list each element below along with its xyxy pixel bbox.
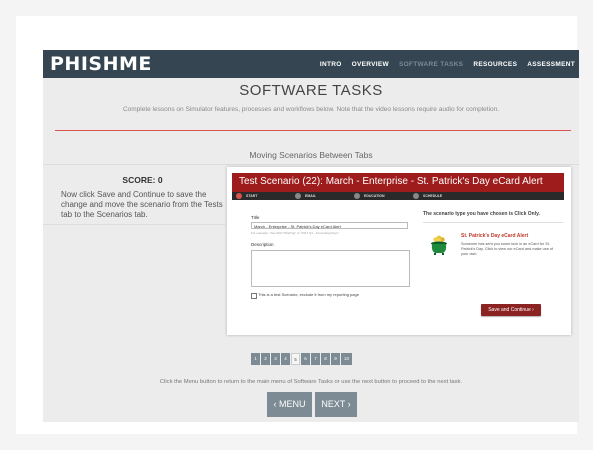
page-button-9[interactable]: 9 (331, 353, 340, 365)
page-button-3[interactable]: 3 (271, 353, 280, 365)
save-and-continue-button[interactable]: Save and Continue › (481, 304, 541, 316)
step-label: EDUCATION (364, 194, 385, 198)
nav-item-assessment[interactable]: ASSESSMENT (527, 61, 575, 68)
step-start[interactable]: START (236, 193, 257, 199)
page-intro: Complete lessons on Simulator features, … (122, 106, 500, 113)
page-button-1[interactable]: 1 (251, 353, 260, 365)
title-divider (55, 130, 571, 131)
step-label: EMAIL (305, 194, 316, 198)
nav-item-overview[interactable]: OVERVIEW (352, 61, 389, 68)
page-button-2[interactable]: 2 (261, 353, 270, 365)
scenario-header: Test Scenario (22): March - Enterprise -… (232, 173, 564, 192)
page-button-4[interactable]: 4 (281, 353, 290, 365)
task-instruction: Now click Save and Continue to save the … (61, 190, 223, 219)
scenario-steps-bar: START EMAIL EDUCATION SCHEDULE (232, 192, 564, 200)
step-dot-icon (413, 193, 419, 199)
pot-of-gold-icon (431, 235, 447, 255)
step-email[interactable]: EMAIL (295, 193, 316, 199)
footer-button-row: ‹ MENU NEXT › (267, 392, 357, 417)
task-pagination: 1 2 3 4 5 6 7 8 9 10 (251, 353, 353, 365)
title-field-hint: For example: "Jan 2017 Phishing" or "201… (251, 231, 340, 235)
scenario-title: Test Scenario (22): March - Enterprise -… (239, 176, 543, 187)
page-button-10[interactable]: 10 (341, 353, 352, 365)
scenario-type-heading: The scenario type you have chosen is Cli… (423, 211, 540, 217)
lesson-title: Moving Scenarios Between Tabs (249, 150, 373, 160)
description-field-label: Description (251, 242, 274, 247)
page-button-8[interactable]: 8 (321, 353, 330, 365)
next-button[interactable]: NEXT › (315, 392, 357, 417)
page-button-5[interactable]: 5 (291, 353, 300, 365)
lesson-page: PHISHME INTRO OVERVIEW SOFTWARE TASKS RESOU… (43, 50, 579, 422)
page-title: SOFTWARE TASKS (239, 82, 383, 99)
phishme-logo: PHISHME (50, 53, 152, 75)
nav-item-software-tasks[interactable]: SOFTWARE TASKS (399, 61, 463, 68)
main-nav: INTRO OVERVIEW SOFTWARE TASKS RESOURCES ASSE… (310, 50, 575, 78)
scenario-title-input[interactable]: March - Enterprise - St. Patrick's Day e… (251, 222, 408, 229)
step-schedule[interactable]: SCHEDULE (413, 193, 442, 199)
description-textarea[interactable] (251, 250, 410, 287)
menu-button[interactable]: ‹ MENU (267, 392, 312, 417)
top-navigation-bar: PHISHME INTRO OVERVIEW SOFTWARE TASKS RESOU… (43, 50, 579, 78)
page-button-7[interactable]: 7 (311, 353, 320, 365)
simulator-window: Test Scenario (22): March - Enterprise -… (227, 167, 571, 335)
lesson-divider (43, 164, 579, 165)
step-education[interactable]: EDUCATION (354, 193, 385, 199)
title-field-label: Title (251, 215, 260, 220)
test-scenario-checkbox[interactable] (251, 293, 257, 299)
step-dot-icon (236, 193, 242, 199)
step-label: START (246, 194, 258, 198)
score-label: SCORE: 0 (122, 175, 163, 185)
step-label: SCHEDULE (423, 194, 443, 198)
step-dot-icon (295, 193, 301, 199)
nav-item-resources[interactable]: RESOURCES (473, 61, 517, 68)
instruction-divider (43, 224, 225, 225)
page-button-6[interactable]: 6 (301, 353, 310, 365)
ecard-title: St. Patrick's Day eCard Alert (461, 233, 529, 239)
scenario-type-divider (423, 222, 563, 223)
test-scenario-checkbox-label: This is a test Scenario; exclude it from… (258, 292, 359, 297)
nav-item-intro[interactable]: INTRO (320, 61, 342, 68)
ecard-description: Someone has sent you some luck in an eCa… (461, 242, 554, 256)
footer-instruction: Click the Menu button to return to the m… (159, 379, 463, 385)
step-dot-icon (354, 193, 360, 199)
